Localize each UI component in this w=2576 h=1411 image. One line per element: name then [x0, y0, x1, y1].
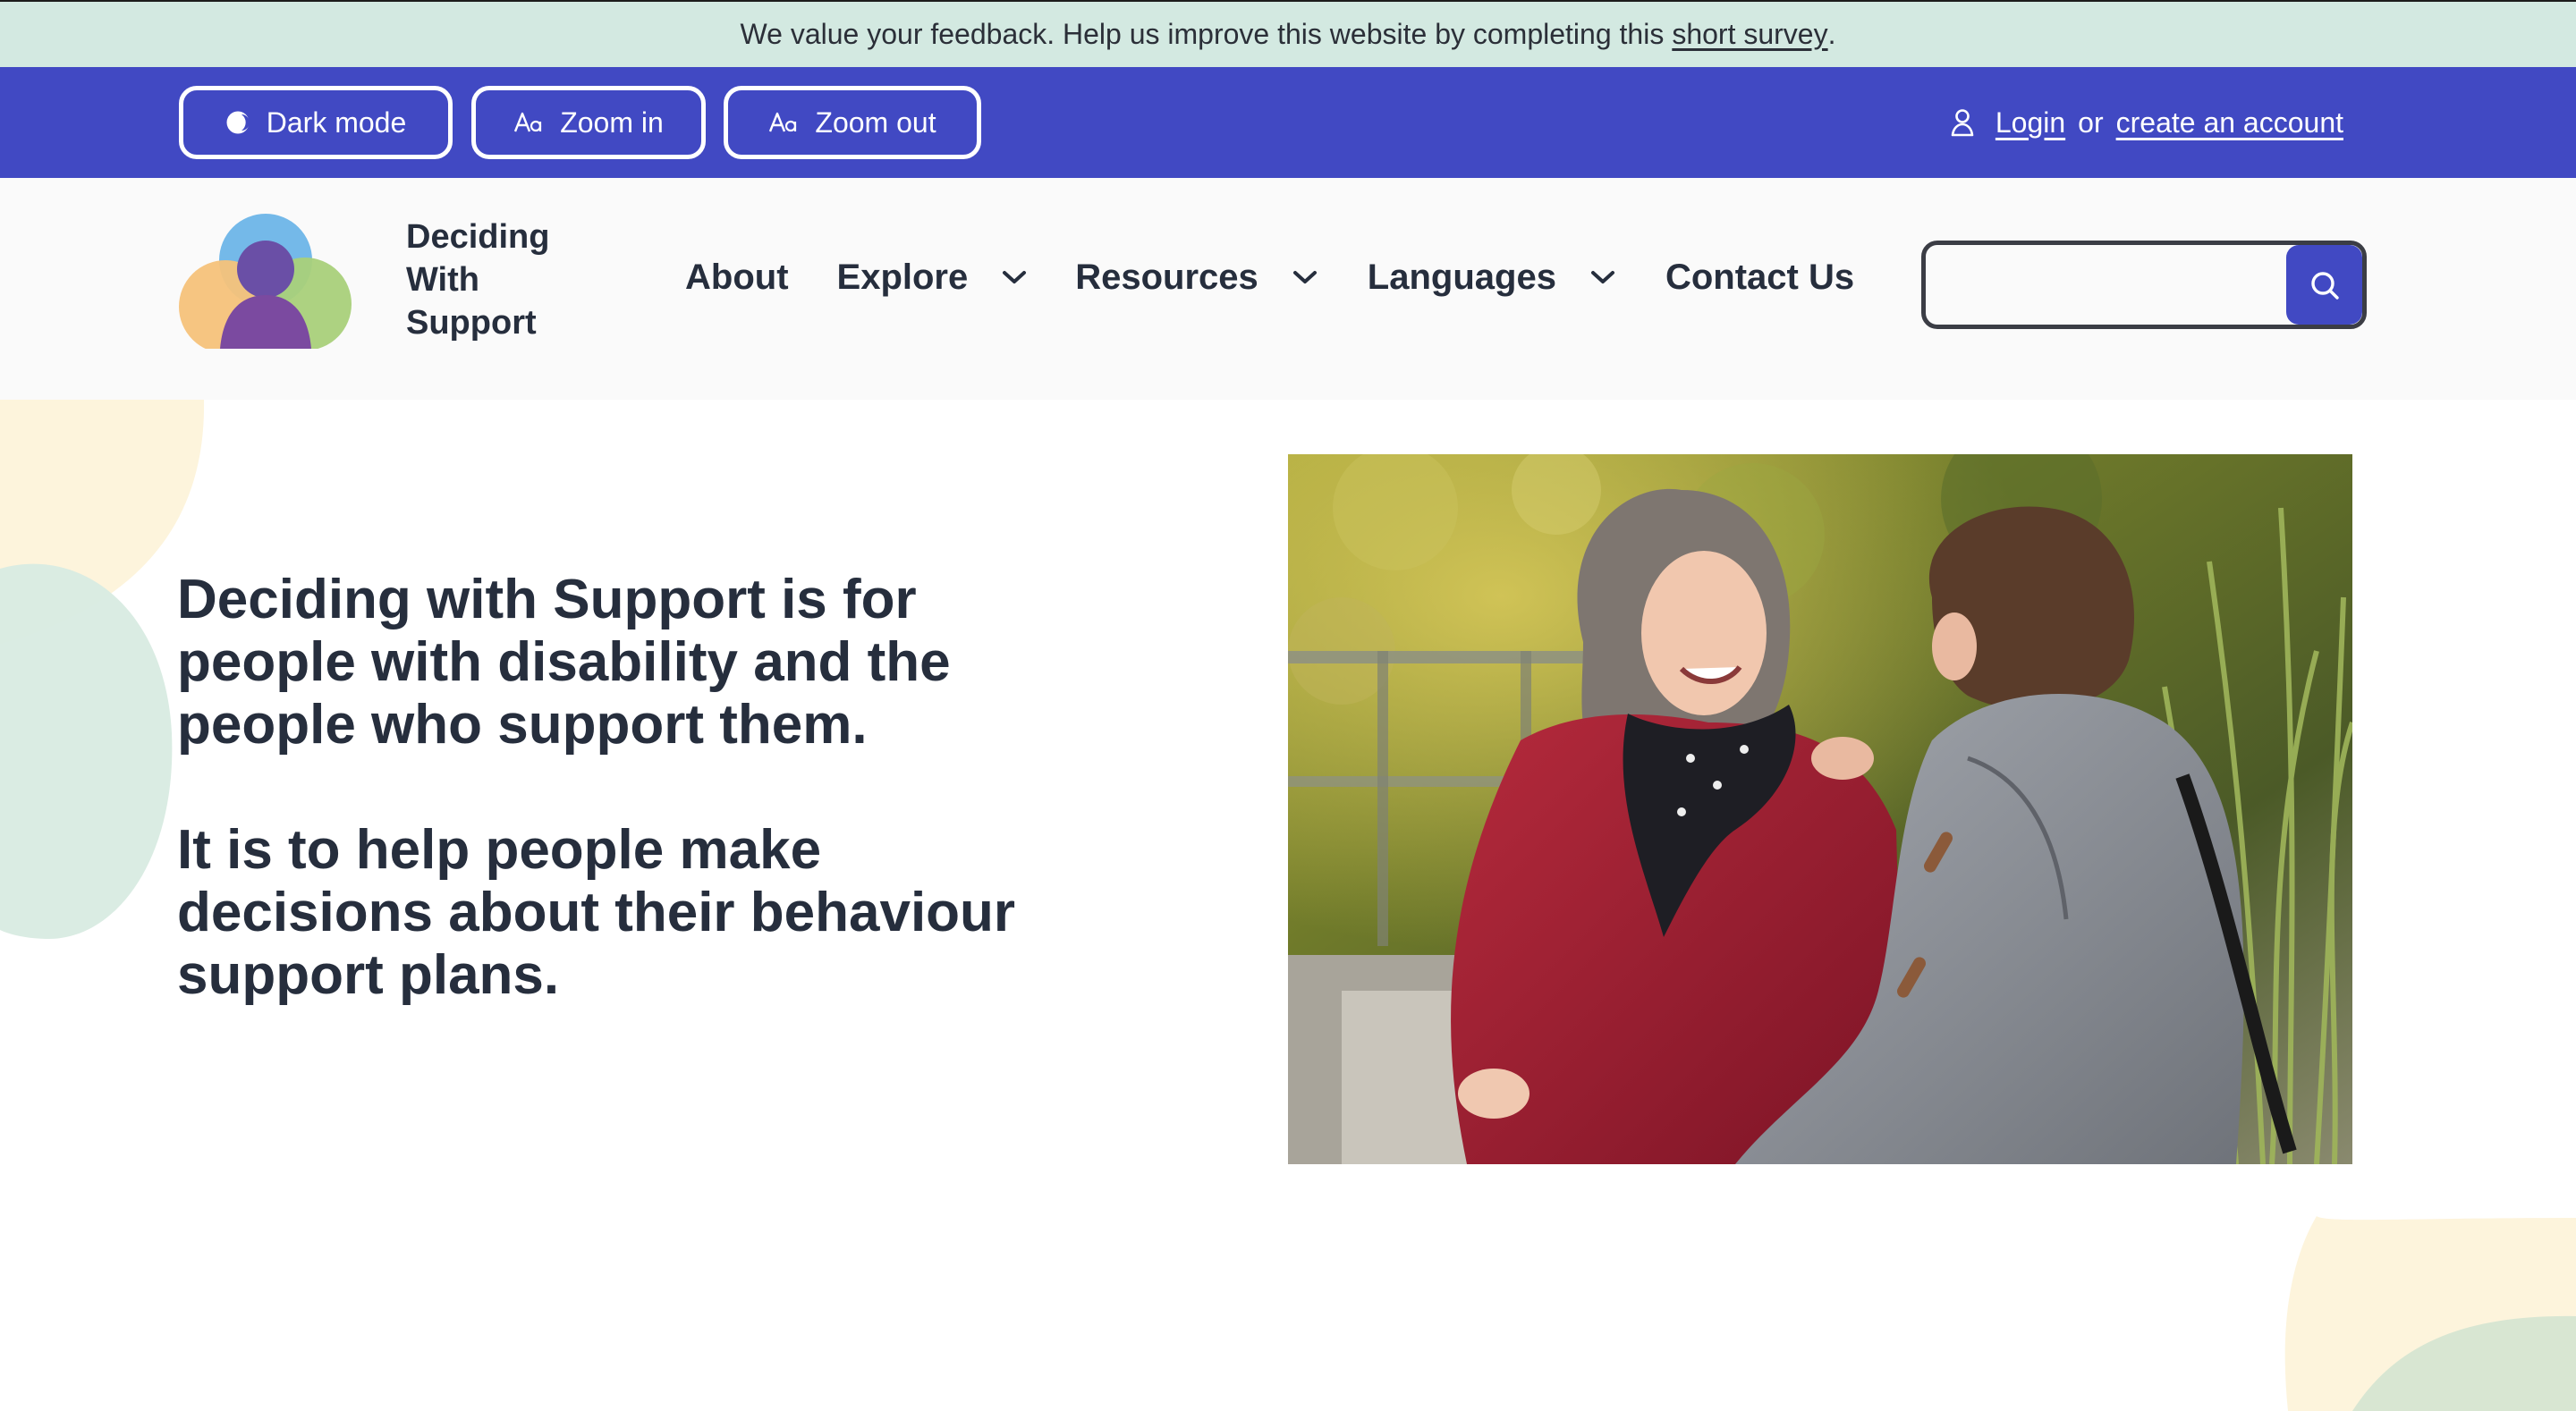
zoom-out-label: Zoom out — [815, 106, 936, 139]
chevron-down-icon — [1590, 271, 1614, 283]
text-size-icon — [514, 112, 542, 132]
dark-mode-label: Dark mode — [266, 106, 407, 139]
site-header: Deciding With Support About Explore Reso… — [0, 178, 2576, 400]
dark-mode-button[interactable]: Dark mode — [179, 86, 453, 159]
hero-photo — [1288, 454, 2352, 1164]
search-input[interactable] — [1926, 245, 2284, 325]
chevron-down-icon — [1003, 271, 1027, 283]
hero-text: Deciding with Support is for people with… — [177, 569, 1036, 1007]
search-button[interactable] — [2286, 245, 2362, 325]
create-account-link[interactable]: create an account — [2116, 106, 2343, 139]
nav-item-label: About — [685, 257, 789, 297]
brand-name-line: Deciding — [406, 218, 550, 256]
main-navigation: About Explore Resources Languages Contac… — [685, 178, 1854, 376]
zoom-out-button[interactable]: Zoom out — [724, 86, 981, 159]
half-circle-icon — [226, 111, 250, 134]
nav-item-resources[interactable]: Resources — [1075, 258, 1318, 298]
nav-item-languages[interactable]: Languages — [1368, 258, 1615, 298]
login-link[interactable]: Login — [1996, 106, 2065, 139]
brand-name-line: With — [406, 261, 479, 299]
brand-name[interactable]: Deciding With Support — [406, 215, 549, 344]
chevron-down-icon — [1292, 271, 1317, 283]
nav-item-label: Explore — [836, 257, 969, 297]
nav-item-label: Resources — [1075, 257, 1258, 297]
brand-name-line: Support — [406, 304, 537, 342]
text-size-icon — [769, 112, 797, 132]
utility-bar: Dark mode Zoom in Zoom out Login or crea… — [0, 67, 2576, 178]
survey-banner: We value your feedback. Help us improve … — [0, 0, 2576, 67]
hero-paragraph: It is to help people make decisions abou… — [177, 819, 1016, 1006]
survey-banner-text: We value your feedback. Help us improve … — [740, 18, 1665, 50]
zoom-in-button[interactable]: Zoom in — [471, 86, 706, 159]
search-box — [1921, 241, 2367, 329]
nav-item-label: Languages — [1367, 257, 1556, 297]
or-text: or — [2078, 106, 2104, 139]
hero-paragraph: Deciding with Support is for people with… — [177, 569, 951, 756]
account-links: Login or create an account — [1949, 67, 2343, 178]
nav-item-label: Contact Us — [1665, 257, 1855, 297]
nav-item-contact-us[interactable]: Contact Us — [1665, 258, 1854, 298]
user-icon — [1951, 109, 1974, 137]
short-survey-link[interactable]: short survey — [1672, 18, 1827, 51]
deciding-with-support-logo[interactable] — [177, 210, 356, 349]
zoom-in-label: Zoom in — [560, 106, 664, 139]
nav-item-explore[interactable]: Explore — [837, 258, 1028, 298]
search-icon — [2310, 271, 2339, 300]
nav-item-about[interactable]: About — [685, 258, 789, 298]
survey-banner-suffix: . — [1827, 18, 1836, 50]
